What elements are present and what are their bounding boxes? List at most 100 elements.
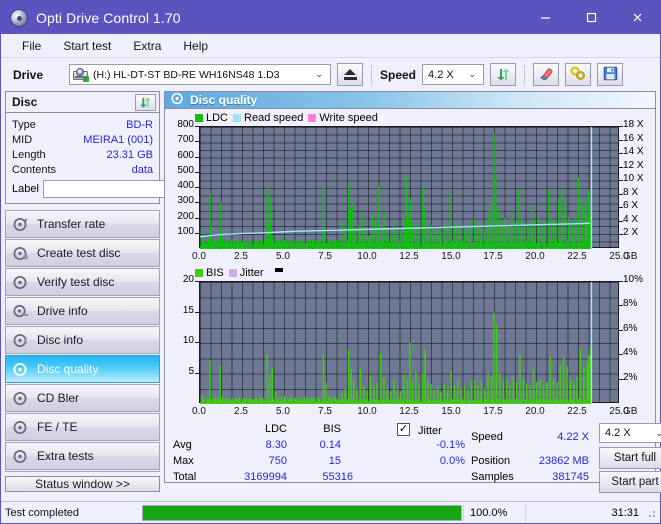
maximize-icon[interactable] — [568, 1, 614, 34]
y2-tick: 4 X — [623, 213, 639, 225]
sidebar-item-drive-info[interactable]: Drive info — [5, 297, 160, 325]
stats-jitter-max: 0.0% — [439, 455, 465, 467]
disc-key-length: Length — [12, 148, 46, 161]
disc-icon — [13, 217, 29, 232]
disc-icon — [13, 275, 29, 290]
y-tick: 100 — [177, 225, 194, 237]
check-icon: ✓ — [398, 423, 409, 435]
legend-label: LDC — [206, 111, 229, 124]
sidebar-item-transfer-rate[interactable]: Transfer rate — [5, 210, 160, 238]
jitter-label: Jitter — [418, 425, 442, 437]
drive-select[interactable]: (H:) HL-DT-ST BD-RE WH16NS48 1.D3 ⌄ — [69, 64, 331, 85]
sidebar-label: Drive info — [37, 304, 88, 318]
sidebar-item-create-test-disc[interactable]: Create test disc — [5, 239, 160, 267]
y2-tick-mark — [619, 281, 623, 282]
y-tick-mark — [195, 217, 199, 219]
sidebar-label: FE / TE — [37, 420, 78, 434]
speed-select[interactable]: 4.2 X ⌄ — [422, 64, 485, 85]
stats-row-header-max: Max — [173, 455, 194, 467]
test-speed-value: 4.2 X — [605, 427, 631, 439]
disc-icon — [13, 449, 29, 464]
y2-tick-mark — [619, 193, 623, 195]
sidebar-label: CD Bler — [37, 391, 80, 405]
save-button[interactable] — [597, 63, 624, 86]
speed-label: Speed — [380, 67, 417, 82]
test-speed-select[interactable]: 4.2 X ⌄ — [599, 423, 661, 443]
close-icon[interactable] — [614, 1, 660, 34]
x-axis-unit: GB — [623, 406, 638, 417]
y2-tick-mark — [619, 234, 623, 236]
disc-quality-panel: Disc quality LDC Read speed Write speed — [164, 91, 661, 493]
disc-icon — [13, 391, 29, 406]
checkbox-box: ✓ — [397, 423, 410, 436]
window-controls — [522, 1, 660, 34]
menu-extra[interactable]: Extra — [122, 36, 172, 56]
menu-help[interactable]: Help — [172, 36, 219, 56]
disc-refresh-button[interactable] — [135, 93, 156, 111]
disc-label-row: Label — [12, 179, 245, 198]
y-tick-mark — [195, 311, 199, 313]
main-content: Disc Type BD-R MID MEIRA1 (001) Length 2… — [1, 91, 661, 493]
sidebar-item-fe-te[interactable]: FE / TE — [5, 413, 160, 441]
y-tick: 15 — [182, 304, 194, 316]
disc-info-rows: Type BD-R MID MEIRA1 (001) Length 23.31 … — [6, 113, 245, 203]
disc-icon — [13, 420, 29, 435]
eraser-button[interactable] — [533, 63, 560, 86]
y-tick: 600 — [177, 149, 194, 161]
progress-percent: 100.0% — [463, 504, 525, 521]
disc-value-contents: data — [131, 163, 153, 176]
stats-bis-max: 15 — [328, 455, 341, 467]
y2-tick: 10 X — [623, 173, 644, 185]
y-tick: 10 — [182, 335, 194, 346]
toolbar-divider-2 — [524, 64, 526, 85]
disc-icon — [13, 362, 29, 377]
disc-key-mid: MID — [12, 133, 33, 146]
bis-chart-container: BIS Jitter 5 10 15 20 2% 4% 6% 8% 10% 0.0 2.5 5.0 7.… — [165, 264, 655, 419]
refresh-button[interactable] — [490, 63, 517, 86]
sidebar-item-verify-test-disc[interactable]: Verify test disc — [5, 268, 160, 296]
y-tick-mark — [195, 372, 199, 374]
y2-tick-mark — [619, 153, 623, 155]
minimize-icon[interactable] — [522, 1, 568, 34]
bis-legend: BIS Jitter — [165, 266, 655, 279]
ldc-chart[interactable]: 100 200 300 400 500 600 700 800 2 X 4 X6 X 8 X 10 X… — [165, 119, 655, 264]
disc-group-header: Disc — [6, 92, 159, 113]
sidebar-item-disc-info[interactable]: Disc info — [5, 326, 160, 354]
sidebar-item-disc-quality[interactable]: Disc quality — [5, 355, 160, 383]
sidebar-item-cd-bler[interactable]: CD Bler — [5, 384, 160, 412]
x-tick: 10.0 — [357, 251, 377, 262]
y2-tick: 6 X — [623, 200, 639, 212]
jitter-checkbox[interactable]: ✓ — [397, 423, 410, 436]
resize-grip-icon[interactable] — [645, 507, 657, 519]
samples-stat-label: Samples — [471, 471, 514, 483]
legend-ldc: LDC — [195, 112, 228, 124]
app-window: Opti Drive Control 1.70 File Start test … — [0, 0, 661, 524]
sidebar-item-extra-tests[interactable]: Extra tests — [5, 442, 160, 470]
status-window-button[interactable]: Status window >> — [5, 476, 160, 492]
menu-start-test[interactable]: Start test — [52, 36, 122, 56]
ldc-chart-container: LDC Read speed Write speed 100 200 300 400 5… — [165, 109, 655, 264]
y-tick-mark — [195, 232, 199, 234]
y2-tick: 16 X — [623, 132, 644, 144]
bis-chart[interactable]: 5 10 15 20 2% 4% 6% 8% 10% 0.0 2.5 5.0 7.5 10.0 12.5 15… — [165, 274, 655, 419]
disc-group: Disc Type BD-R MID MEIRA1 (001) Length 2… — [5, 91, 245, 204]
x-tick: 22.5 — [567, 251, 587, 262]
window-title: Opti Drive Control 1.70 — [36, 9, 181, 26]
y-tick: 800 — [177, 119, 194, 130]
start-full-button[interactable]: Start full — [599, 447, 661, 469]
x-tick: 5.0 — [276, 251, 290, 262]
nav-filler — [5, 471, 160, 472]
plot-area — [199, 126, 619, 249]
y2-tick: 8% — [623, 298, 638, 310]
start-part-button[interactable]: Start part — [599, 471, 661, 493]
drive-select-value: (H:) HL-DT-ST BD-RE WH16NS48 1.D3 — [93, 68, 280, 81]
legend-swatch — [308, 113, 317, 122]
eject-button[interactable] — [337, 63, 363, 86]
disc-value-type: BD-R — [126, 118, 153, 131]
y-tick-mark — [195, 202, 199, 204]
tools-button[interactable] — [565, 63, 592, 86]
menu-file[interactable]: File — [11, 36, 52, 56]
y-tick-mark — [195, 126, 199, 127]
disc-key-contents: Contents — [12, 163, 57, 176]
y-tick: 5 — [188, 365, 194, 377]
